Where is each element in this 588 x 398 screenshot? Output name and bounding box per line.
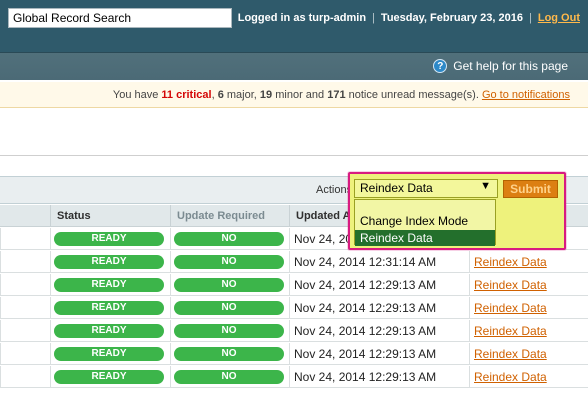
column-status[interactable]: Status (50, 205, 170, 227)
reindex-data-link[interactable]: Reindex Data (474, 255, 547, 269)
column-update-required[interactable]: Update Required (170, 205, 289, 227)
critical-count: 11 critical (161, 89, 212, 101)
go-to-notifications-link[interactable]: Go to notifications (482, 89, 570, 101)
table-row: READY NO Nov 24, 2014 12:29:13 AM Reindex D… (0, 274, 588, 296)
help-label: Get help for this page (453, 59, 568, 73)
table-cell (0, 251, 50, 273)
menu-item-reindex-data[interactable]: Reindex Data (355, 230, 495, 246)
reindex-data-link[interactable]: Reindex Data (474, 370, 547, 384)
actions-selected-value: Reindex Data (360, 181, 433, 195)
major-label: major, (226, 89, 257, 101)
top-header: Logged in as turp-admin | Tuesday, Febru… (0, 0, 588, 52)
update-required-badge: NO (174, 278, 284, 292)
status-badge: READY (54, 301, 164, 315)
table-cell (0, 343, 50, 365)
dropdown-arrow-icon: ▼ (480, 180, 491, 192)
updated-at-value: Nov 24, 2014 12:29:13 AM (294, 324, 437, 338)
notice-prefix: You have (112, 89, 159, 101)
notice-count: 171 (327, 89, 346, 101)
separator: | (528, 12, 532, 24)
reindex-data-link[interactable]: Reindex Data (474, 301, 547, 315)
update-required-badge: NO (174, 324, 284, 338)
status-badge: READY (54, 324, 164, 338)
status-badge: READY (54, 278, 164, 292)
table-cell (0, 320, 50, 342)
logged-in-text: Logged in as turp-admin (237, 12, 367, 24)
help-link[interactable]: ? Get help for this page (433, 59, 568, 73)
reindex-data-link[interactable]: Reindex Data (474, 278, 547, 292)
status-badge: READY (54, 232, 164, 246)
update-required-badge: NO (174, 370, 284, 384)
table-row: READY NO Nov 24, 2014 12:31:14 AM Reindex D… (0, 251, 588, 273)
table-cell (0, 366, 50, 388)
minor-label: minor and (275, 89, 325, 101)
status-badge: READY (54, 347, 164, 361)
table-cell (0, 274, 50, 296)
minor-count: 19 (259, 89, 273, 101)
notification-bar: You have 11 critical, 6 major, 19 minor … (0, 82, 588, 108)
help-bar: ? Get help for this page (0, 52, 588, 80)
actions-label: Actions (316, 184, 353, 196)
header-user-info: Logged in as turp-admin | Tuesday, Febru… (238, 12, 580, 24)
updated-at-value: Nov 24, 2014 12:29:13 AM (294, 301, 437, 315)
updated-at-value: Nov 24, 2014 12:29:13 AM (294, 347, 437, 361)
menu-item-change-index-mode[interactable]: Change Index Mode (355, 213, 495, 229)
notification-message: You have 11 critical, 6 major, 19 minor … (113, 89, 570, 101)
actions-select[interactable]: Reindex Data ▼ (354, 179, 498, 198)
reindex-data-link[interactable]: Reindex Data (474, 347, 547, 361)
table-row: READY NO Nov 24, 2014 12:29:13 AM Reindex D… (0, 320, 588, 342)
status-badge: READY (54, 370, 164, 384)
table-row: READY NO Nov 24, 2014 12:29:13 AM Reindex D… (0, 297, 588, 319)
global-search-input[interactable] (8, 8, 232, 28)
updated-at-value: Nov 24, 2014 12:31:14 AM (294, 255, 437, 269)
actions-menu: Change Index Mode Reindex Data (354, 199, 496, 246)
update-required-badge: NO (174, 347, 284, 361)
notice-label: notice unread message(s). (348, 89, 479, 101)
table-cell (0, 297, 50, 319)
logout-link[interactable]: Log Out (538, 12, 580, 24)
update-required-badge: NO (174, 301, 284, 315)
separator: | (372, 12, 375, 24)
help-icon: ? (433, 59, 448, 73)
submit-button[interactable]: Submit (503, 180, 558, 198)
updated-at-value: Nov 24, 2014 12:29:13 AM (294, 370, 437, 384)
table-row: READY NO Nov 24, 2014 12:29:13 AM Reindex D… (0, 343, 588, 365)
update-required-badge: NO (174, 255, 284, 269)
table-row: READY NO Nov 24, 2014 12:29:13 AM Reindex D… (0, 366, 588, 388)
reindex-data-link[interactable]: Reindex Data (474, 324, 547, 338)
section-divider (0, 155, 588, 156)
table-cell (0, 228, 50, 250)
update-required-badge: NO (174, 232, 284, 246)
updated-at-value: Nov 24, 2014 12:29:13 AM (294, 278, 437, 292)
major-count: 6 (217, 89, 224, 101)
current-date: Tuesday, February 23, 2016 (380, 12, 523, 24)
status-badge: READY (54, 255, 164, 269)
notice-comma: , (211, 89, 215, 101)
